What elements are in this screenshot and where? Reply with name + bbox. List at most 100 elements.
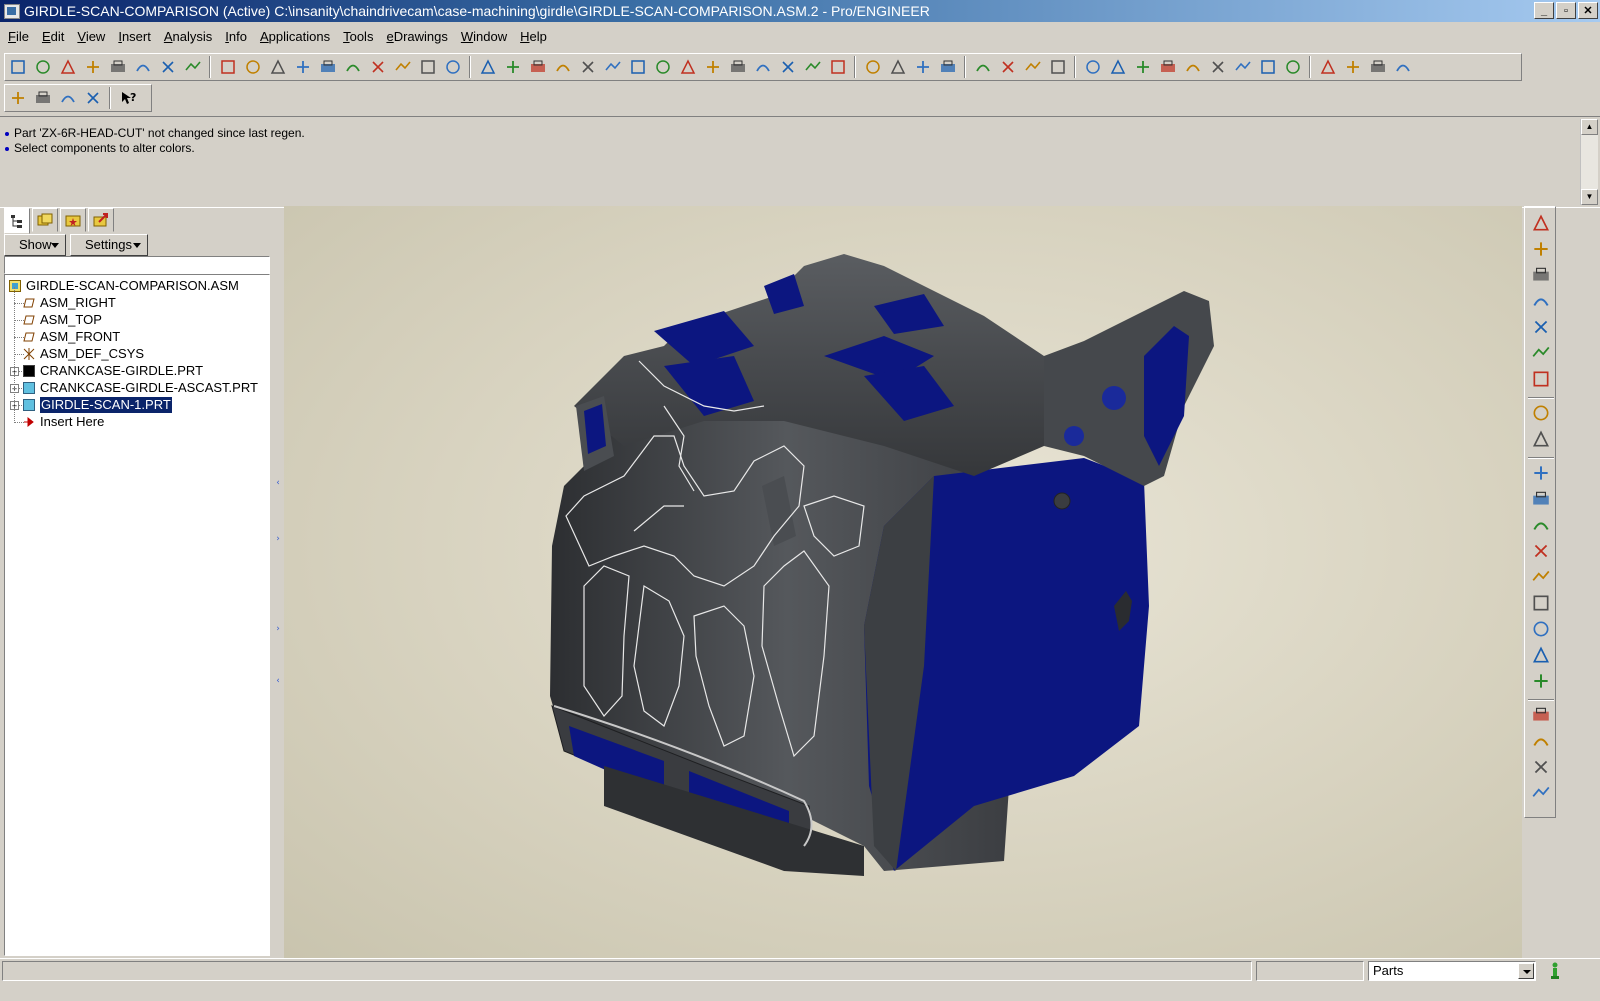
datum-plane-tool-icon[interactable] <box>1531 265 1551 285</box>
curvature-icon[interactable] <box>1022 57 1043 77</box>
redo-icon[interactable] <box>242 57 263 77</box>
zoom-out-icon[interactable] <box>652 57 673 77</box>
close-button[interactable]: ✕ <box>1578 2 1598 19</box>
analysis-feature-icon[interactable] <box>1531 369 1551 389</box>
datum-point-icon[interactable] <box>1531 213 1551 233</box>
expand-right-icon[interactable]: › <box>275 532 281 546</box>
shell-icon[interactable] <box>1531 593 1551 613</box>
graphics-window[interactable] <box>284 206 1522 958</box>
family-table-icon[interactable] <box>82 88 103 108</box>
save-icon[interactable] <box>107 57 128 77</box>
measure-icon[interactable] <box>972 57 993 77</box>
edit-definition-icon[interactable] <box>1282 57 1303 77</box>
regenerate-icon[interactable] <box>367 57 388 77</box>
repaint-icon[interactable] <box>602 57 623 77</box>
new-file-icon[interactable] <box>57 57 78 77</box>
datum-curve-sketch-icon[interactable] <box>1531 239 1551 259</box>
layers-icon[interactable] <box>552 57 573 77</box>
zoom-in-icon[interactable] <box>627 57 648 77</box>
copy-icon[interactable] <box>292 57 313 77</box>
datum-points-icon[interactable] <box>912 57 933 77</box>
global-interference-icon[interactable] <box>1107 57 1128 77</box>
draft-icon[interactable] <box>1531 645 1551 665</box>
undo-icon[interactable] <box>217 57 238 77</box>
view-manager-icon[interactable] <box>577 57 598 77</box>
new-assembly-icon[interactable] <box>7 57 28 77</box>
menu-insert[interactable]: Insert <box>110 26 156 44</box>
menu-applications[interactable]: Applications <box>252 26 335 44</box>
settings-dropdown[interactable]: Settings <box>70 234 148 256</box>
tree-node[interactable]: ASM_FRONT <box>23 329 120 345</box>
connections-tab[interactable] <box>88 208 114 232</box>
favorites-tab[interactable] <box>60 208 86 232</box>
model-tree-tab[interactable] <box>4 208 30 234</box>
folder-browser-tab[interactable] <box>32 208 58 232</box>
session-icon[interactable] <box>32 57 53 77</box>
menu-analysis[interactable]: Analysis <box>156 26 217 44</box>
orient-icon[interactable] <box>702 57 723 77</box>
paste-special-icon[interactable] <box>342 57 363 77</box>
datum-display-icon[interactable] <box>477 57 498 77</box>
mass-props-icon[interactable] <box>1082 57 1103 77</box>
scroll-up-icon[interactable]: ▲ <box>1581 119 1598 135</box>
menu-help[interactable]: Help <box>512 26 552 44</box>
expand-right-icon[interactable]: › <box>275 622 281 636</box>
paste-icon[interactable] <box>317 57 338 77</box>
tree-node[interactable]: GIRDLE-SCAN-1.PRT <box>23 396 173 414</box>
pro-engineer-app-icon[interactable] <box>4 4 20 19</box>
exit-icon[interactable] <box>1392 57 1413 77</box>
shading-icon[interactable] <box>827 57 848 77</box>
coord-systems-icon[interactable] <box>937 57 958 77</box>
save-copy-icon[interactable] <box>132 57 153 77</box>
message-scrollbar[interactable]: ▲ ▼ <box>1580 119 1598 205</box>
activate-window-icon[interactable] <box>1367 57 1388 77</box>
tree-node[interactable]: Insert Here <box>23 414 104 430</box>
component-icon[interactable] <box>7 88 28 108</box>
no-hidden-icon[interactable] <box>802 57 823 77</box>
bom-icon[interactable] <box>57 88 78 108</box>
extrude-icon[interactable] <box>1531 403 1551 423</box>
menu-info[interactable]: Info <box>217 26 252 44</box>
assemble-icon[interactable] <box>32 88 53 108</box>
tree-node[interactable]: CRANKCASE-GIRDLE.PRT <box>23 363 203 379</box>
sketch-icon[interactable] <box>1317 57 1338 77</box>
menu-window[interactable]: Window <box>453 26 512 44</box>
menu-view[interactable]: View <box>69 26 110 44</box>
saved-views-icon[interactable] <box>727 57 748 77</box>
tree-node[interactable]: ASM_TOP <box>23 312 102 328</box>
open-folder-icon[interactable] <box>82 57 103 77</box>
find-icon[interactable] <box>417 57 438 77</box>
model-analysis-icon[interactable] <box>1047 57 1068 77</box>
shade-analysis-icon[interactable] <box>1182 57 1203 77</box>
show-dropdown[interactable]: Show <box>4 234 66 256</box>
hidden-line-icon[interactable] <box>777 57 798 77</box>
trim-icon[interactable] <box>1531 731 1551 751</box>
merge-icon[interactable] <box>1531 705 1551 725</box>
datum-axis-tool-icon[interactable] <box>1531 291 1551 311</box>
hole-icon[interactable] <box>1531 515 1551 535</box>
datum-planes-icon[interactable] <box>862 57 883 77</box>
sweep-icon[interactable] <box>1531 463 1551 483</box>
round-icon[interactable] <box>1531 541 1551 561</box>
menu-file[interactable]: File <box>0 26 34 44</box>
navigator-sash[interactable]: ‹ › › ‹ <box>274 208 282 958</box>
regen-status-icon[interactable] <box>1550 961 1560 981</box>
tree-node[interactable]: ASM_DEF_CSYS <box>23 346 144 362</box>
collapse-left-icon[interactable]: ‹ <box>275 476 281 490</box>
datum-axes-icon[interactable] <box>887 57 908 77</box>
crankcase-girdle-model[interactable] <box>284 206 1522 958</box>
menu-edrawings[interactable]: eDrawings <box>378 26 452 44</box>
slope-icon[interactable] <box>1207 57 1228 77</box>
menu-tools[interactable]: Tools <box>335 26 378 44</box>
csys-tool-icon[interactable] <box>1531 343 1551 363</box>
restore-button[interactable]: ▫ <box>1556 2 1576 19</box>
wireframe-icon[interactable] <box>752 57 773 77</box>
blend-icon[interactable] <box>1531 489 1551 509</box>
offset-icon[interactable] <box>1257 57 1278 77</box>
spin-center-icon[interactable] <box>502 57 523 77</box>
scroll-down-icon[interactable]: ▼ <box>1581 189 1598 205</box>
tree-node[interactable]: CRANKCASE-GIRDLE-ASCAST.PRT <box>23 380 258 396</box>
rib-icon[interactable] <box>1531 619 1551 639</box>
section-icon[interactable] <box>997 57 1018 77</box>
print-icon[interactable] <box>182 57 203 77</box>
